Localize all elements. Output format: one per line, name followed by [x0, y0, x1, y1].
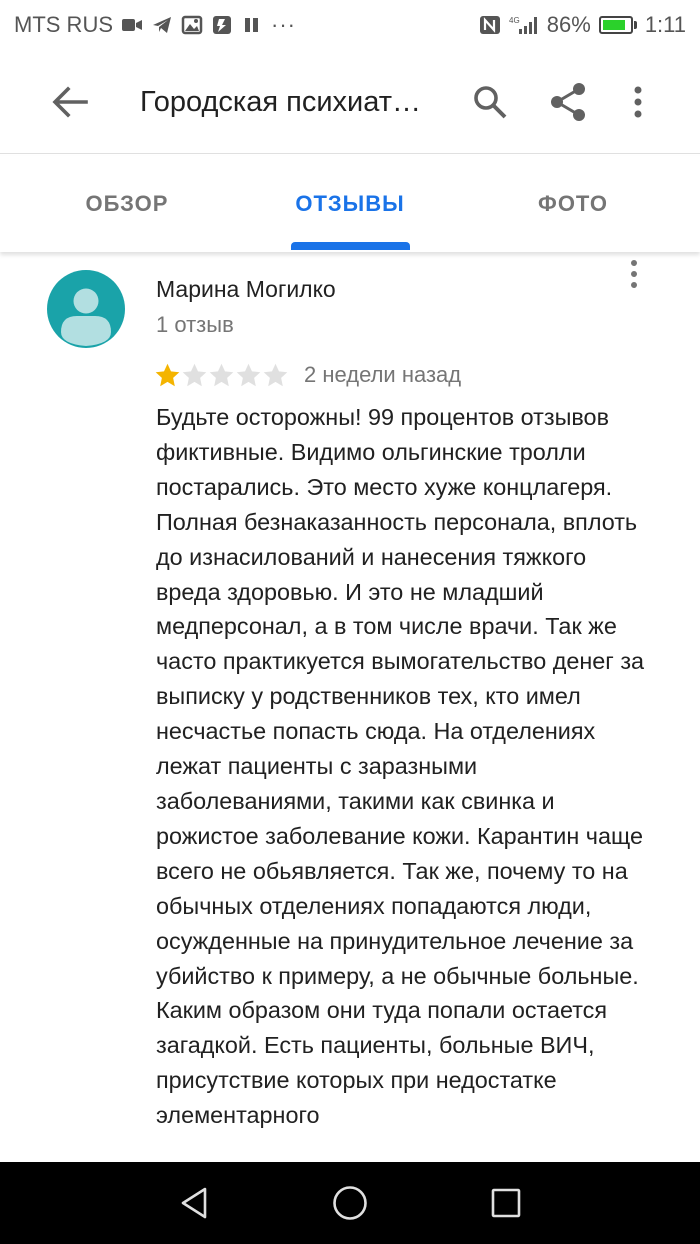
clock: 1:11 [644, 12, 686, 37]
nav-recents-button[interactable] [486, 1183, 526, 1223]
review-more-button[interactable] [620, 256, 648, 292]
nav-back-button[interactable] [174, 1183, 214, 1223]
triangle-back-icon [181, 1187, 207, 1219]
signal-icon: 4G [509, 16, 537, 34]
more-vert-icon [634, 86, 642, 118]
status-bar: MTS RUS ··· 4G 86% 1:11 [0, 0, 700, 50]
star-empty-icon [209, 363, 234, 386]
system-nav-bar [0, 1162, 700, 1244]
network-type-label: 4G [509, 16, 520, 25]
search-button[interactable] [466, 80, 514, 124]
pause-icon [245, 18, 258, 32]
circle-home-icon [333, 1186, 367, 1220]
review-count: 1 отзыв [156, 312, 234, 337]
avatar[interactable] [47, 270, 125, 348]
battery-icon [598, 16, 637, 34]
more-vert-icon [631, 260, 637, 288]
tab-reviews[interactable]: ОТЗЫВЫ [280, 156, 420, 252]
search-icon [474, 86, 507, 119]
more-notifications-icon: ··· [271, 12, 296, 37]
star-empty-icon [182, 363, 207, 386]
more-options-button[interactable] [614, 80, 662, 124]
star-empty-icon [236, 363, 261, 386]
arrow-back-icon [52, 86, 88, 118]
tab-overview[interactable]: ОБЗОР [60, 156, 194, 252]
review-author[interactable]: Марина Могилко [156, 276, 336, 303]
share-button[interactable] [544, 80, 592, 124]
telegram-icon [153, 17, 171, 33]
tab-bar: ОБЗОР ОТЗЫВЫ ФОТО [0, 156, 700, 252]
square-recents-icon [491, 1188, 521, 1218]
tab-photos[interactable]: ФОТО [508, 156, 638, 252]
star-empty-icon [263, 363, 288, 386]
nav-home-button[interactable] [330, 1183, 370, 1223]
battery-percent: 86% [546, 12, 591, 37]
share-icon [551, 83, 585, 121]
video-call-icon [122, 19, 142, 31]
star-rating [154, 360, 289, 390]
active-tab-indicator [291, 242, 410, 250]
app-bar: Городская психиат… [0, 50, 700, 154]
page-title: Городская психиат… [140, 86, 422, 118]
star-filled-icon [155, 363, 180, 386]
review-date: 2 недели назад [304, 362, 462, 387]
download-icon [213, 16, 231, 34]
default-user-icon [61, 288, 111, 346]
back-button[interactable] [46, 80, 94, 124]
carrier-label: MTS RUS [14, 12, 113, 37]
review-text: Будьте осторожны! 99 процентов отзывов ф… [156, 404, 645, 1129]
gallery-icon [181, 15, 203, 35]
nfc-icon [479, 16, 500, 34]
